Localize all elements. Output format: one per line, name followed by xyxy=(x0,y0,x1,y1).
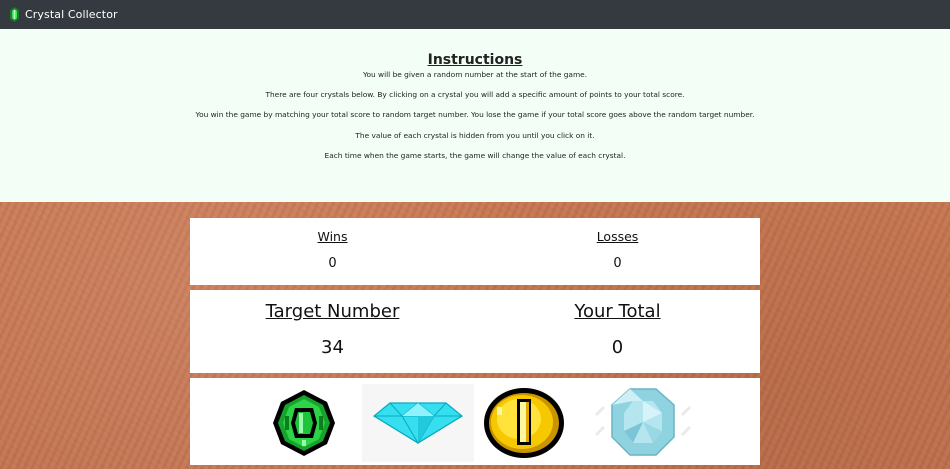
blue-gem-icon xyxy=(594,388,692,456)
your-total-label: Your Total xyxy=(574,301,661,322)
crystal-button-1[interactable] xyxy=(268,384,340,462)
navbar: Crystal Collector xyxy=(0,0,950,29)
crystals-card xyxy=(190,378,760,465)
green-emerald-icon xyxy=(273,390,335,456)
wins-value: 0 xyxy=(328,256,337,271)
wins-label: Wins xyxy=(317,229,348,244)
crystal-button-2[interactable] xyxy=(362,384,474,462)
instruction-line: Each time when the game starts, the game… xyxy=(324,150,626,160)
cyan-diamond-icon xyxy=(372,402,464,444)
app-title[interactable]: Crystal Collector xyxy=(25,8,118,21)
gold-coin-icon xyxy=(484,388,564,458)
instruction-line: There are four crystals below. By clicki… xyxy=(265,90,685,100)
target-number-label: Target Number xyxy=(265,301,400,322)
crystal-button-3[interactable] xyxy=(480,384,568,462)
scoreboard-card: Wins 0 Losses 0 xyxy=(190,218,760,285)
green-gem-brand-icon xyxy=(10,7,19,22)
instruction-line: You win the game by matching your total … xyxy=(195,110,755,120)
losses-value: 0 xyxy=(613,256,622,271)
instruction-line: The value of each crystal is hidden from… xyxy=(355,130,595,140)
game-score-card: Target Number 34 Your Total 0 xyxy=(190,290,760,373)
instructions-panel: Instructions You will be given a random … xyxy=(0,29,950,202)
losses-label: Losses xyxy=(596,229,639,244)
instruction-line: You will be given a random number at the… xyxy=(362,70,588,79)
target-number-value: 34 xyxy=(321,337,344,358)
crystal-button-4[interactable] xyxy=(588,384,698,462)
your-total-value: 0 xyxy=(611,337,624,358)
